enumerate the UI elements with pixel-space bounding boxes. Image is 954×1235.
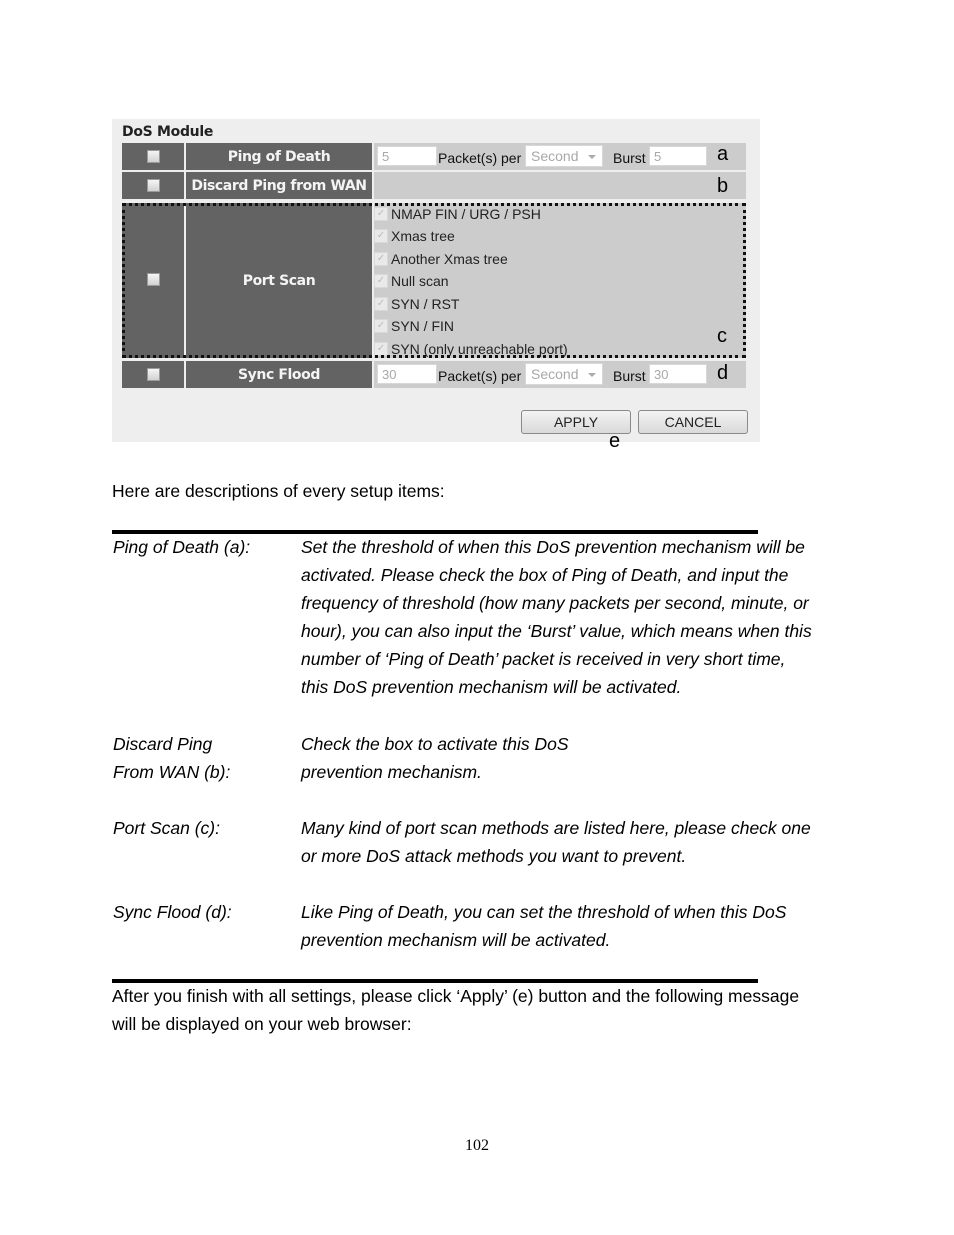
chevron-down-icon [588,155,596,159]
ping-of-death-checkbox[interactable] [147,150,160,163]
desc-ping-of-death: Set the threshold of when this DoS preve… [301,537,812,697]
outro-paragraph: After you finish with all settings, plea… [112,986,800,1034]
port-scan-option[interactable]: ✓ NMAP FIN / URG / PSH [374,204,541,224]
marker-c: c [717,325,727,347]
dos-module-screenshot: DoS Module Ping of Death 5 Packet(s) per… [112,119,760,442]
desc-discard-ping: Check the box to activate this DoS preve… [301,734,569,782]
check-icon: ✓ [374,229,388,243]
desc-sync-flood: Like Ping of Death, you can set the thre… [301,902,787,950]
term-discard-ping: Discard Ping From WAN (b): [113,734,231,782]
panel-title: DoS Module [122,124,214,140]
discard-ping-label: Discard Ping from WAN [186,172,372,199]
port-scan-option[interactable]: ✓ SYN / RST [374,294,459,314]
check-icon: ✓ [374,252,388,266]
packets-per-label: Packet(s) per [438,150,522,166]
row-discard-ping: Discard Ping from WAN b [122,172,746,199]
port-scan-option[interactable]: ✓ Another Xmas tree [374,249,508,269]
check-icon: ✓ [374,207,388,221]
check-icon: ✓ [374,274,388,288]
sync-flood-unit-select[interactable]: Second [525,363,603,385]
cancel-button[interactable]: CANCEL [638,410,748,434]
marker-d: d [717,362,729,384]
port-scan-label: Port Scan [186,203,372,358]
sync-flood-checkbox[interactable] [147,368,160,381]
check-icon: ✓ [374,319,388,333]
burst-label: Burst [613,368,646,384]
discard-ping-checkbox[interactable] [147,179,160,192]
marker-a: a [717,143,729,165]
term-sync-flood: Sync Flood (d): [113,902,232,922]
ping-of-death-packets-input[interactable]: 5 [377,146,437,166]
page-number: 102 [465,1137,489,1154]
desc-port-scan: Many kind of port scan methods are liste… [301,818,811,866]
packets-per-label: Packet(s) per [438,368,522,384]
port-scan-option[interactable]: ✓ Null scan [374,271,449,291]
port-scan-checkbox[interactable] [147,273,160,286]
sync-flood-packets-input[interactable]: 30 [377,364,437,384]
ping-of-death-burst-input[interactable]: 5 [649,146,707,166]
check-icon: ✓ [374,342,388,356]
port-scan-option[interactable]: ✓ SYN / FIN [374,316,454,336]
sync-flood-label: Sync Flood [186,361,372,388]
check-icon: ✓ [374,297,388,311]
port-scan-option[interactable]: ✓ Xmas tree [374,226,455,246]
intro-paragraph: Here are descriptions of every setup ite… [112,481,445,501]
ping-of-death-label: Ping of Death [186,143,372,170]
term-port-scan: Port Scan (c): [113,818,220,838]
chevron-down-icon [588,373,596,377]
burst-label: Burst [613,150,646,166]
unit-select-value: Second [531,366,579,382]
row-sync-flood: Sync Flood 30 Packet(s) per Second Burst… [122,361,746,388]
port-scan-option[interactable]: ✓ SYN (only unreachable port) [374,339,568,359]
sync-flood-burst-input[interactable]: 30 [649,364,707,384]
ping-of-death-unit-select[interactable]: Second [525,145,603,167]
unit-select-value: Second [531,148,579,164]
row-ping-of-death: Ping of Death 5 Packet(s) per Second Bur… [122,143,746,170]
marker-b: b [717,175,729,197]
term-ping-of-death: Ping of Death (a): [113,537,251,557]
marker-e: e [609,430,621,452]
